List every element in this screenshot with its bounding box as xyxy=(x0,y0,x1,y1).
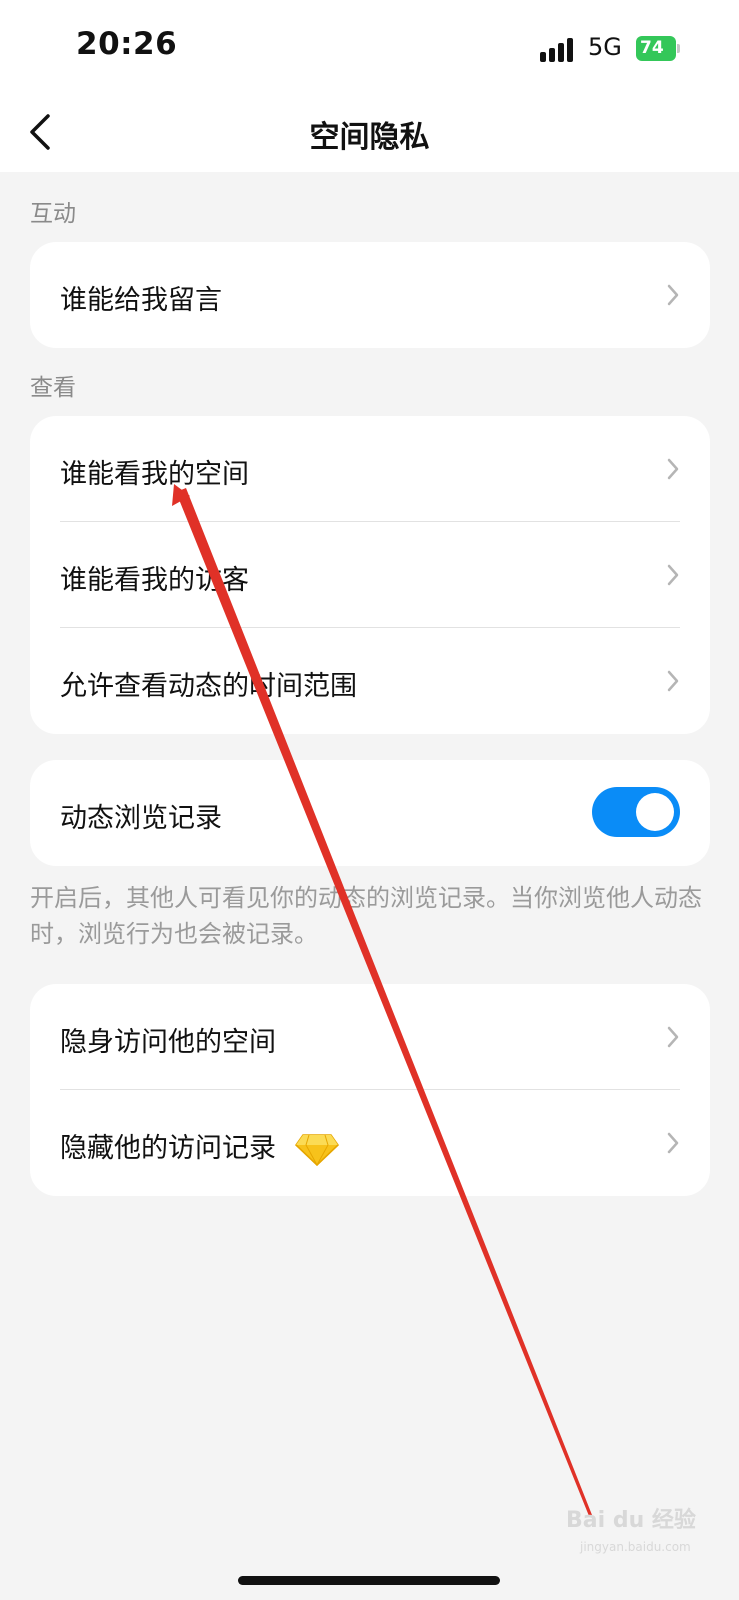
section-label-interaction: 互动 xyxy=(30,201,76,227)
row-label: 谁能看我的访客 xyxy=(60,565,249,596)
card-browse-record: 动态浏览记录 xyxy=(30,760,710,866)
row-label: 隐身访问他的空间 xyxy=(60,1027,276,1058)
row-hide-visit-record[interactable]: 隐藏他的访问记录 xyxy=(30,1090,710,1196)
row-label: 允许查看动态的时间范围 xyxy=(60,671,357,702)
network-type: 5G xyxy=(588,33,622,61)
chevron-right-icon xyxy=(667,458,679,480)
battery-icon: 74 xyxy=(636,36,680,61)
chevron-right-icon xyxy=(667,1132,679,1154)
row-browse-record: 动态浏览记录 xyxy=(30,760,710,866)
signal-strength-icon xyxy=(540,38,573,62)
chevron-right-icon xyxy=(667,284,679,306)
chevron-right-icon xyxy=(667,1026,679,1048)
row-label: 谁能给我留言 xyxy=(60,285,222,316)
watermark-url: jingyan.baidu.com xyxy=(580,1540,691,1554)
section-label-view: 查看 xyxy=(30,375,76,401)
vip-diamond-icon xyxy=(294,1133,339,1166)
card-view: 谁能看我的空间 谁能看我的访客 允许查看动态的时间范围 xyxy=(30,416,710,734)
status-time: 20:26 xyxy=(76,26,178,62)
browse-record-description: 开启后，其他人可看见你的动态的浏览记录。当你浏览他人动态时，浏览行为也会被记录。 xyxy=(30,884,702,948)
row-stealth-visit[interactable]: 隐身访问他的空间 xyxy=(30,984,710,1090)
row-label: 隐藏他的访问记录 xyxy=(60,1133,276,1164)
card-stealth: 隐身访问他的空间 隐藏他的访问记录 xyxy=(30,984,710,1196)
nav-bar: 空间隐私 xyxy=(0,96,739,172)
browse-record-toggle[interactable] xyxy=(592,787,680,837)
watermark-logo: Bai du 经验 xyxy=(566,1508,696,1533)
row-who-can-see-visitors[interactable]: 谁能看我的访客 xyxy=(30,522,710,628)
toggle-knob xyxy=(636,793,674,831)
home-indicator[interactable] xyxy=(238,1576,500,1585)
row-feed-time-range[interactable]: 允许查看动态的时间范围 xyxy=(30,628,710,734)
chevron-right-icon xyxy=(667,670,679,692)
page-title: 空间隐私 xyxy=(309,120,430,155)
battery-level: 74 xyxy=(636,36,676,61)
row-label-wrap: 隐藏他的访问记录 xyxy=(60,1126,339,1167)
status-bar: 20:26 5G 74 xyxy=(0,0,739,96)
row-label: 谁能看我的空间 xyxy=(60,459,249,490)
card-interaction: 谁能给我留言 xyxy=(30,242,710,348)
chevron-right-icon xyxy=(667,564,679,586)
row-who-can-message[interactable]: 谁能给我留言 xyxy=(30,242,710,348)
row-who-can-see-space[interactable]: 谁能看我的空间 xyxy=(30,416,710,522)
row-label: 动态浏览记录 xyxy=(60,803,222,834)
